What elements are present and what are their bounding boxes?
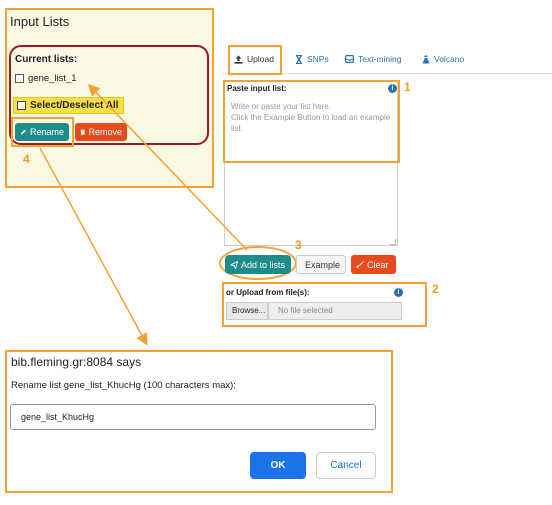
select-all-label: Select/Deselect All	[30, 100, 119, 111]
callout-number-1: 1	[404, 80, 411, 94]
dialog-input[interactable]: gene_list_KhucHg	[10, 404, 376, 430]
dialog-host-title: bib.fleming.gr:8084 says	[11, 355, 142, 369]
tab-snps[interactable]: SNPs	[295, 54, 329, 64]
upload-label: or Upload from file(s):	[226, 288, 310, 297]
trash-icon	[80, 129, 86, 135]
upload-info-icon: i	[394, 288, 403, 297]
example-button[interactable]: Example	[296, 255, 346, 274]
rename-button[interactable]: Rename	[15, 123, 69, 141]
callout-number-4: 4	[23, 152, 30, 166]
remove-label: Remove	[88, 127, 122, 137]
browse-button[interactable]: Browse...	[226, 302, 268, 320]
clear-label: Clear	[367, 259, 389, 270]
upload-icon	[234, 55, 243, 64]
list-item[interactable]: gene_list_1	[15, 73, 77, 84]
tab-volcano-label: Volcano	[434, 54, 465, 64]
hourglass-icon	[295, 54, 303, 64]
select-all-toggle[interactable]: Select/Deselect All	[13, 97, 124, 114]
clear-button[interactable]: Clear	[351, 255, 396, 274]
add-to-lists-button[interactable]: Add to lists	[225, 255, 291, 274]
inbox-icon	[345, 55, 354, 63]
info-icon: i	[388, 84, 397, 93]
cancel-button[interactable]: Cancel	[316, 452, 376, 479]
textarea-resize-handle[interactable]	[390, 239, 396, 245]
select-all-checkbox[interactable]	[17, 101, 26, 110]
example-label: Example	[305, 259, 341, 270]
tab-upload-label: Upload	[247, 54, 274, 64]
list-item-checkbox[interactable]	[15, 74, 24, 83]
volcano-icon	[422, 55, 430, 63]
pencil-icon	[20, 129, 26, 135]
input-lists-title: Input Lists	[10, 14, 70, 29]
callout-number-2: 2	[432, 282, 439, 296]
broom-icon	[356, 260, 364, 268]
add-to-lists-label: Add to lists	[241, 259, 286, 270]
current-lists-label: Current lists:	[15, 54, 78, 65]
tab-upload[interactable]: Upload	[234, 54, 274, 64]
rename-label: Rename	[29, 127, 64, 137]
ok-button[interactable]: OK	[250, 452, 306, 479]
list-item-label: gene_list_1	[28, 73, 77, 84]
dialog-message: Rename list gene_list_KhucHg (100 charac…	[11, 380, 236, 391]
tab-snps-label: SNPs	[307, 54, 329, 64]
tab-text-mining[interactable]: Text-mining	[345, 54, 401, 64]
send-icon	[230, 260, 238, 269]
paste-label: Paste input list:	[227, 84, 287, 93]
callout-number-3: 3	[295, 238, 302, 252]
paste-textarea[interactable]: Write or paste your list here. Click the…	[231, 101, 391, 134]
tab-volcano[interactable]: Volcano	[422, 54, 464, 64]
tab-text-mining-label: Text-mining	[358, 54, 402, 64]
remove-button[interactable]: Remove	[75, 123, 127, 141]
file-status: No file selected	[268, 302, 402, 320]
